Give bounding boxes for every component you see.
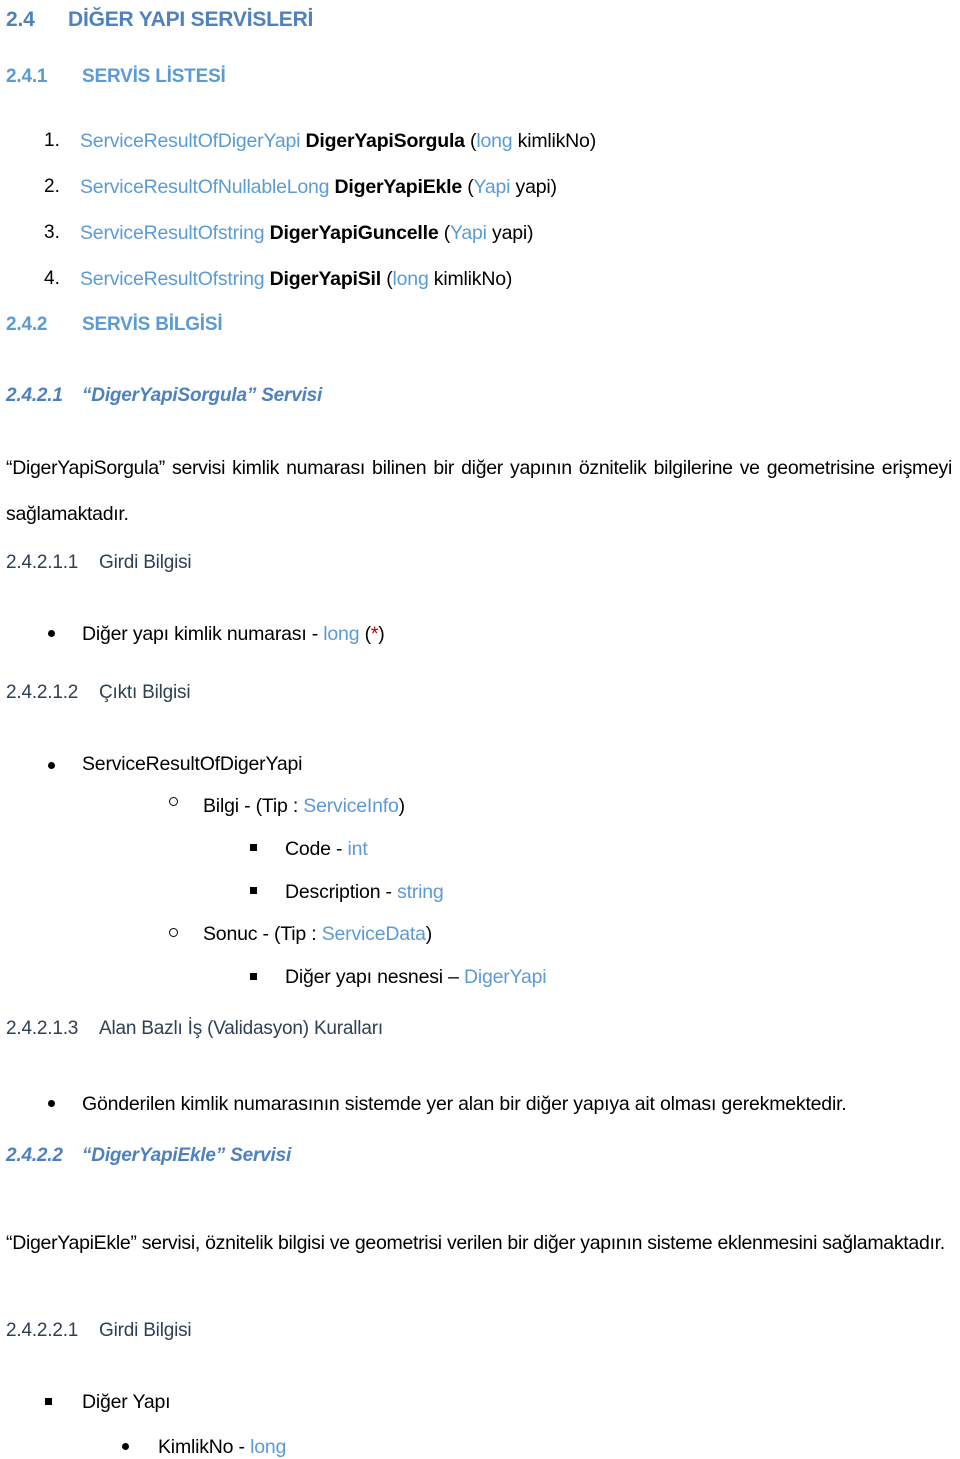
output-leaf-type: int — [347, 838, 368, 860]
param-name: kimlikNo — [428, 268, 506, 290]
heading-2-4-2-1-1-title: Girdi Bilgisi — [99, 552, 192, 573]
param-type: Yapi — [450, 222, 487, 244]
heading-2-4-2-2: 2.4.2.2 “DigerYapiEkle” Servisi — [6, 1145, 291, 1167]
heading-2-4-2-2-1-title: Girdi Bilgisi — [99, 1320, 192, 1341]
ekle-input-child-prefix: KimlikNo - — [158, 1436, 251, 1458]
heading-2-4-2-1-1-number: 2.4.2.1.1 — [6, 552, 79, 573]
input-field-label: Diğer yapı kimlik numarası - — [82, 623, 324, 645]
output-child-prefix: Sonuc - (Tip : — [203, 923, 322, 945]
return-type: ServiceResultOfstring — [80, 268, 265, 290]
heading-2-4-2-number: 2.4.2 — [6, 314, 48, 335]
heading-2-4-2-1-3-title: Alan Bazlı İş (Validasyon) Kuralları — [99, 1018, 383, 1039]
heading-2-4-2-title: SERVİS BİLGİSİ — [82, 314, 223, 335]
output-leaf-type: DigerYapi — [463, 966, 547, 988]
heading-2-4-2-2-number: 2.4.2.2 — [6, 1145, 63, 1166]
heading-2-4-1-number: 2.4.1 — [6, 66, 48, 87]
heading-2-4-2-1-2: 2.4.2.1.2 Çıktı Bilgisi — [6, 682, 191, 704]
method-name: DigerYapiSil — [269, 268, 382, 290]
heading-2-4-2-1: 2.4.2.1 “DigerYapiSorgula” Servisi — [6, 385, 322, 407]
output-leaf-code: Code - int — [285, 837, 368, 861]
output-child-suffix: ) — [425, 923, 433, 945]
heading-2-4-1-title: SERVİS LİSTESİ — [82, 66, 226, 87]
output-leaf-diger-yapi: Diğer yapı nesnesi – DigerYapi — [285, 965, 547, 989]
document-page: 2.4 DİĞER YAPI SERVİSLERİ 2.4.1 SERVİS LİS… — [0, 0, 960, 1458]
bullet-square-icon — [250, 844, 257, 851]
param-name: yapi — [510, 176, 551, 198]
output-child-type: ServiceData — [321, 923, 426, 945]
list-item-input-field: Diğer yapı kimlik numarası - long (*) — [82, 622, 385, 646]
list-item-number: 3. — [44, 222, 60, 243]
method-name: DigerYapiSorgula — [305, 130, 465, 152]
list-item: ServiceResultOfDigerYapi DigerYapiSorgul… — [80, 129, 596, 153]
heading-2-4-2-2-1-number: 2.4.2.2.1 — [6, 1320, 79, 1341]
bullet-disc-icon — [48, 1100, 55, 1107]
output-child-type: ServiceInfo — [303, 795, 399, 817]
param-name: yapi — [486, 222, 528, 244]
output-leaf-description: Description - string — [285, 880, 444, 904]
bullet-circle-icon — [169, 797, 178, 806]
paren-close: ) — [527, 222, 534, 244]
input-field-type: long — [323, 623, 360, 645]
output-leaf-prefix: Diğer yapı nesnesi – — [285, 966, 464, 988]
param-name: kimlikNo — [512, 130, 590, 152]
method-name: DigerYapiGuncelle — [269, 222, 439, 244]
param-type: Yapi — [473, 176, 511, 198]
output-child-bilgi: Bilgi - (Tip : ServiceInfo) — [203, 794, 405, 818]
list-item: ServiceResultOfstring DigerYapiSil (long… — [80, 267, 512, 291]
ekle-input-root-label: Diğer Yapı — [82, 1391, 171, 1413]
list-item: ServiceResultOfNullableLong DigerYapiEkl… — [80, 175, 557, 199]
heading-2-4-2-2-1: 2.4.2.2.1 Girdi Bilgisi — [6, 1320, 192, 1342]
heading-2-4-number: 2.4 — [6, 8, 35, 31]
bullet-square-icon — [45, 1398, 52, 1405]
paragraph-sorgula-description: “DigerYapiSorgula” servisi kimlik numara… — [6, 456, 952, 525]
heading-2-4-2-1-2-title: Çıktı Bilgisi — [99, 682, 191, 703]
heading-2-4-1: 2.4.1 SERVİS LİSTESİ — [6, 66, 226, 88]
bullet-disc-icon — [48, 630, 55, 637]
list-item-number: 2. — [44, 176, 60, 197]
paren-close: ) — [550, 176, 558, 198]
heading-2-4-2-1-number: 2.4.2.1 — [6, 385, 63, 406]
heading-2-4-2-1-1: 2.4.2.1.1 Girdi Bilgisi — [6, 552, 192, 574]
heading-2-4-title: DİĞER YAPI SERVİSLERİ — [68, 8, 314, 31]
param-type: long — [392, 268, 429, 290]
paren-close: ) — [505, 268, 513, 290]
list-item-number: 4. — [44, 268, 60, 289]
method-name: DigerYapiEkle — [334, 176, 463, 198]
bullet-disc-icon — [48, 762, 55, 769]
ekle-input-child-type: long — [250, 1436, 287, 1458]
ekle-input-child-kimlikno: KimlikNo - long — [158, 1435, 286, 1459]
heading-2-4-2-1-3: 2.4.2.1.3 Alan Bazlı İş (Validasyon) Kura… — [6, 1018, 383, 1040]
bullet-square-icon — [250, 973, 257, 980]
validation-rule-item: Gönderilen kimlik numarasının sistemde y… — [82, 1093, 847, 1115]
output-leaf-prefix: Description - — [285, 881, 398, 903]
output-root-label: ServiceResultOfDigerYapi — [82, 753, 303, 775]
output-leaf-type: string — [397, 881, 444, 903]
heading-2-4-2-2-title: “DigerYapiEkle” Servisi — [82, 1145, 292, 1166]
paren-close: ) — [378, 623, 385, 645]
list-item: ServiceResultOfstring DigerYapiGuncelle … — [80, 221, 534, 245]
paragraph-ekle-description: “DigerYapiEkle” servisi, öznitelik bilgi… — [6, 1231, 945, 1254]
bullet-square-icon — [250, 887, 257, 894]
output-child-sonuc: Sonuc - (Tip : ServiceData) — [203, 922, 432, 946]
heading-2-4: 2.4 DİĞER YAPI SERVİSLERİ — [6, 8, 313, 32]
heading-2-4-2-1-2-number: 2.4.2.1.2 — [6, 682, 79, 703]
param-type: long — [476, 130, 513, 152]
heading-2-4-2-1-title: “DigerYapiSorgula” Servisi — [82, 385, 323, 406]
output-child-prefix: Bilgi - (Tip : — [203, 795, 304, 817]
output-leaf-prefix: Code - — [285, 838, 348, 860]
heading-2-4-2-1-3-number: 2.4.2.1.3 — [6, 1018, 79, 1039]
list-item-number: 1. — [44, 130, 60, 151]
return-type: ServiceResultOfstring — [80, 222, 265, 244]
bullet-circle-icon — [169, 928, 178, 937]
heading-2-4-2: 2.4.2 SERVİS BİLGİSİ — [6, 314, 223, 336]
output-child-suffix: ) — [398, 795, 406, 817]
bullet-disc-icon — [122, 1443, 129, 1450]
return-type: ServiceResultOfNullableLong — [80, 176, 330, 198]
return-type: ServiceResultOfDigerYapi — [80, 130, 301, 152]
paren-close: ) — [589, 130, 597, 152]
